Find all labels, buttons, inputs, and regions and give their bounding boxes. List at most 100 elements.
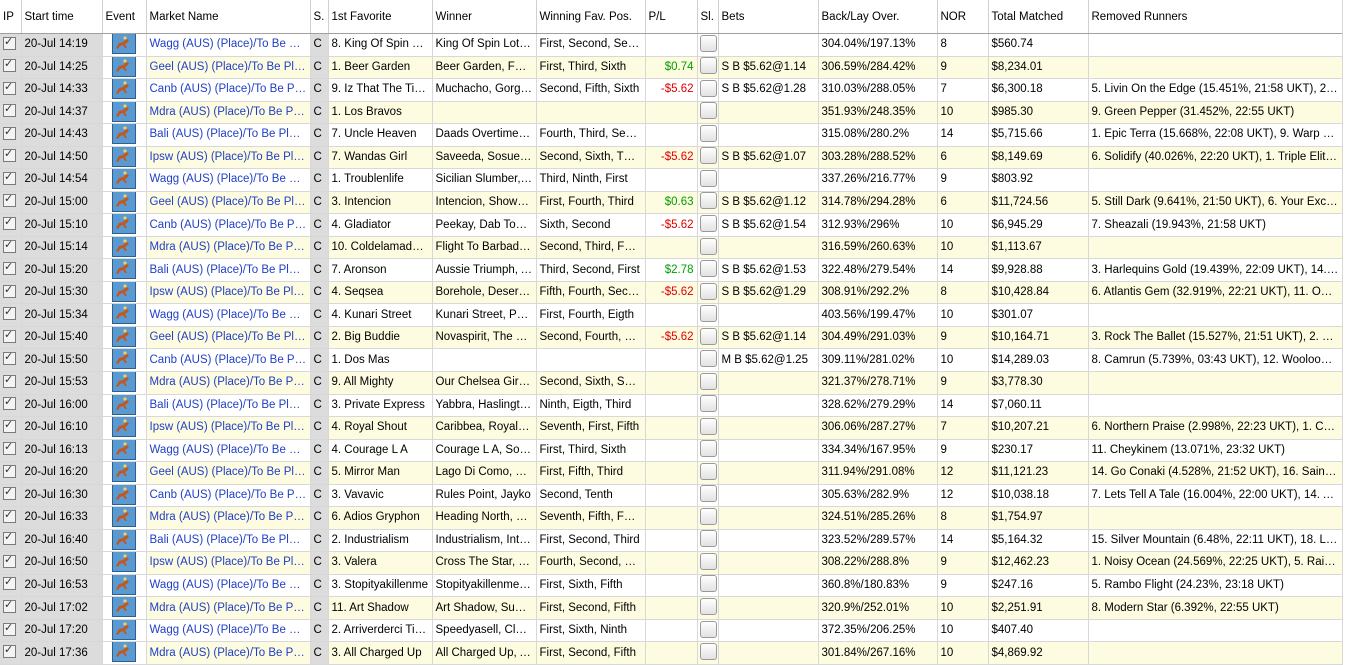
- table-row[interactable]: 20-Jul 16:10 Ipsw (AUS) (Place)/To Be Pla…: [0, 416, 1343, 440]
- col-header-nor[interactable]: NOR: [937, 0, 989, 34]
- sl-cell[interactable]: [697, 168, 719, 192]
- event-cell[interactable]: [102, 33, 147, 57]
- event-cell[interactable]: [102, 281, 147, 305]
- sl-button[interactable]: [699, 507, 717, 525]
- table-row[interactable]: 20-Jul 15:40 Geel (AUS) (Place)/To Be Pla…: [0, 326, 1343, 350]
- sl-cell[interactable]: [697, 258, 719, 282]
- table-row[interactable]: 20-Jul 15:14 Mdra (AUS) (Place)/To Be Pla…: [0, 236, 1343, 260]
- event-cell[interactable]: [102, 78, 147, 102]
- ip-cell[interactable]: [0, 281, 22, 305]
- market-name-link[interactable]: Mdra (AUS) (Place)/To Be Placed: [146, 101, 311, 125]
- ip-checkbox[interactable]: [3, 56, 16, 73]
- market-name-link[interactable]: Mdra (AUS) (Place)/To Be Placed: [146, 596, 311, 620]
- sl-cell[interactable]: [697, 484, 719, 508]
- sl-cell[interactable]: [697, 56, 719, 80]
- col-header-removed-runners[interactable]: Removed Runners: [1088, 0, 1343, 34]
- sl-cell[interactable]: [697, 416, 719, 440]
- ip-cell[interactable]: [0, 529, 22, 553]
- ip-checkbox[interactable]: [3, 191, 16, 208]
- table-row[interactable]: 20-Jul 15:10 Canb (AUS) (Place)/To Be Pla…: [0, 213, 1343, 237]
- col-header-event[interactable]: Event: [102, 0, 147, 34]
- col-header-winner[interactable]: Winner: [432, 0, 537, 34]
- sl-button[interactable]: [699, 440, 717, 458]
- sl-button[interactable]: [699, 102, 717, 120]
- sl-button[interactable]: [699, 57, 717, 75]
- sl-cell[interactable]: [697, 213, 719, 237]
- market-name-link[interactable]: Mdra (AUS) (Place)/To Be Placed: [146, 371, 311, 395]
- sl-cell[interactable]: [697, 281, 719, 305]
- ip-cell[interactable]: [0, 123, 22, 147]
- table-row[interactable]: 20-Jul 16:13 Wagg (AUS) (Place)/To Be Pla…: [0, 439, 1343, 463]
- col-header-total-matched[interactable]: Total Matched: [988, 0, 1089, 34]
- sl-cell[interactable]: [697, 123, 719, 147]
- sl-button[interactable]: [699, 485, 717, 503]
- event-cell[interactable]: [102, 529, 147, 553]
- sl-button[interactable]: [699, 417, 717, 435]
- ip-cell[interactable]: [0, 574, 22, 598]
- ip-cell[interactable]: [0, 619, 22, 643]
- ip-cell[interactable]: [0, 258, 22, 282]
- ip-checkbox[interactable]: [3, 574, 16, 591]
- table-row[interactable]: 20-Jul 17:36 Mdra (AUS) (Place)/To Be Pla…: [0, 641, 1343, 665]
- ip-checkbox[interactable]: [3, 146, 16, 163]
- event-cell[interactable]: [102, 551, 147, 575]
- sl-cell[interactable]: [697, 596, 719, 620]
- sl-cell[interactable]: [697, 641, 719, 665]
- ip-checkbox[interactable]: [3, 462, 16, 478]
- sl-button[interactable]: [699, 598, 717, 616]
- sl-cell[interactable]: [697, 394, 719, 418]
- table-row[interactable]: 20-Jul 15:50 Canb (AUS) (Place)/To Be Pla…: [0, 348, 1343, 372]
- market-name-link[interactable]: Ipsw (AUS) (Place)/To Be Placed: [146, 146, 311, 170]
- col-header-bets[interactable]: Bets: [718, 0, 819, 34]
- sl-button[interactable]: [699, 462, 717, 480]
- market-name-link[interactable]: Wagg (AUS) (Place)/To Be Placed: [146, 303, 311, 327]
- table-row[interactable]: 20-Jul 14:50 Ipsw (AUS) (Place)/To Be Pla…: [0, 146, 1343, 170]
- table-row[interactable]: 20-Jul 15:34 Wagg (AUS) (Place)/To Be Pla…: [0, 303, 1343, 327]
- event-cell[interactable]: [102, 461, 147, 485]
- sl-button[interactable]: [699, 372, 717, 390]
- ip-cell[interactable]: [0, 303, 22, 327]
- market-name-link[interactable]: Canb (AUS) (Place)/To Be Placed: [146, 78, 311, 102]
- ip-checkbox[interactable]: [3, 237, 16, 253]
- sl-cell[interactable]: [697, 191, 719, 215]
- table-row[interactable]: 20-Jul 14:19 Wagg (AUS) (Place)/To Be Pla…: [0, 33, 1343, 57]
- event-cell[interactable]: [102, 371, 147, 395]
- market-name-link[interactable]: Wagg (AUS) (Place)/To Be Placed: [146, 574, 311, 598]
- ip-cell[interactable]: [0, 439, 22, 463]
- table-row[interactable]: 20-Jul 17:02 Mdra (AUS) (Place)/To Be Pla…: [0, 596, 1343, 620]
- ip-cell[interactable]: [0, 506, 22, 530]
- ip-cell[interactable]: [0, 101, 22, 125]
- table-row[interactable]: 20-Jul 14:54 Wagg (AUS) (Place)/To Be Pla…: [0, 168, 1343, 192]
- ip-cell[interactable]: [0, 348, 22, 372]
- market-name-link[interactable]: Bali (AUS) (Place)/To Be Placed: [146, 123, 311, 147]
- event-cell[interactable]: [102, 619, 147, 643]
- ip-checkbox[interactable]: [3, 124, 16, 140]
- sl-button[interactable]: [699, 79, 717, 97]
- col-header-sl[interactable]: Sl.: [697, 0, 719, 34]
- ip-checkbox[interactable]: [3, 394, 16, 411]
- table-row[interactable]: 20-Jul 16:53 Wagg (AUS) (Place)/To Be Pla…: [0, 574, 1343, 598]
- ip-checkbox[interactable]: [3, 282, 16, 298]
- ip-cell[interactable]: [0, 146, 22, 170]
- table-row[interactable]: 20-Jul 17:20 Wagg (AUS) (Place)/To Be Pla…: [0, 619, 1343, 643]
- sl-cell[interactable]: [697, 33, 719, 57]
- sl-button[interactable]: [699, 147, 717, 165]
- sl-button[interactable]: [699, 575, 717, 593]
- sl-cell[interactable]: [697, 303, 719, 327]
- ip-checkbox[interactable]: [3, 169, 16, 185]
- sl-button[interactable]: [699, 124, 717, 142]
- sl-button[interactable]: [699, 214, 717, 232]
- sl-cell[interactable]: [697, 146, 719, 170]
- col-header-market-name[interactable]: Market Name: [146, 0, 311, 34]
- ip-cell[interactable]: [0, 394, 22, 418]
- ip-checkbox[interactable]: [3, 642, 16, 659]
- ip-checkbox[interactable]: [3, 507, 16, 523]
- col-header-winning-fav-pos[interactable]: Winning Fav. Pos.: [536, 0, 646, 34]
- ip-checkbox[interactable]: [3, 101, 16, 118]
- market-name-link[interactable]: Ipsw (AUS) (Place)/To Be Placed: [146, 281, 311, 305]
- market-name-link[interactable]: Wagg (AUS) (Place)/To Be Placed: [146, 619, 311, 643]
- table-row[interactable]: 20-Jul 15:00 Geel (AUS) (Place)/To Be Pla…: [0, 191, 1343, 215]
- col-header-back-lay-over[interactable]: Back/Lay Over.: [818, 0, 938, 34]
- ip-checkbox[interactable]: [3, 372, 16, 388]
- sl-button[interactable]: [699, 395, 717, 413]
